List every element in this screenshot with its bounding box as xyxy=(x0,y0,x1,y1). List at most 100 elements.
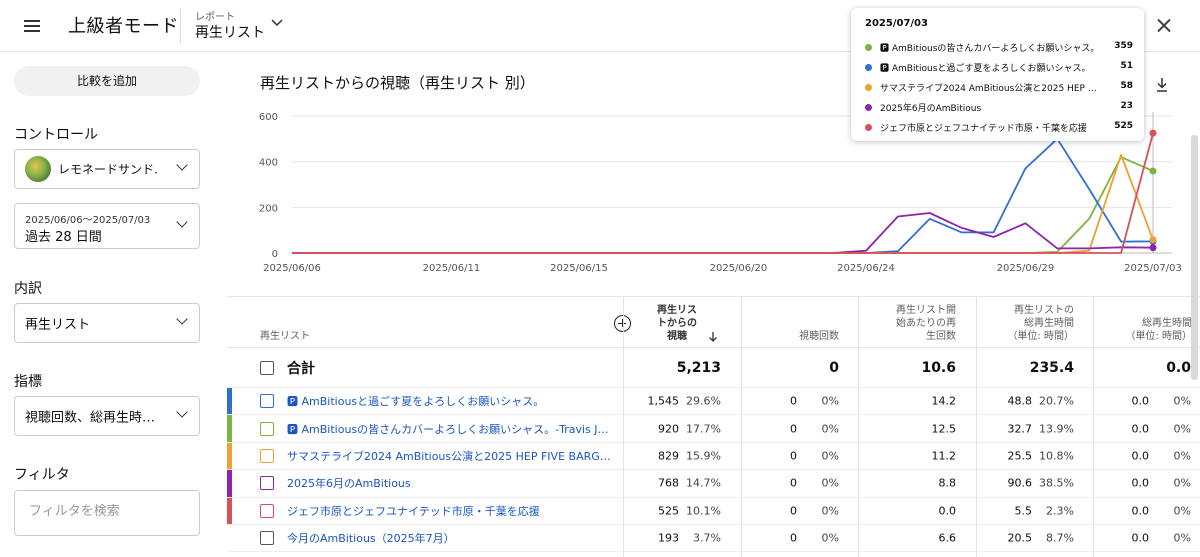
total-views-per-start: 10.6 xyxy=(921,359,956,376)
playlist-watch-time-pct: 10.8% xyxy=(1039,449,1074,463)
playlist-name-link[interactable]: サマステライブ2024 AmBitious公演と2025 HEP FIVE BA… xyxy=(287,448,615,464)
views-from-playlist-pct: 17.7% xyxy=(686,422,721,436)
tooltip-series-value: 359 xyxy=(1114,41,1133,51)
views-pct: 0% xyxy=(821,476,839,490)
playlist-name-link[interactable]: 🅿 AmBitiousと過ごす夏をよろしくお願いシャス。 xyxy=(287,393,544,409)
views-per-start: 11.2 xyxy=(931,449,957,463)
metrics-heading: 指標 xyxy=(14,374,42,390)
series-color-dot xyxy=(865,64,872,71)
row-checkbox[interactable] xyxy=(260,503,274,518)
tooltip-series-name: 2025年6月のAmBitious xyxy=(880,104,982,114)
row-checkbox[interactable] xyxy=(260,421,274,436)
header-views[interactable]: 視聴回数 xyxy=(757,330,839,343)
x-tick-label: 2025/06/06 xyxy=(263,263,321,274)
watch-time: 0.0 xyxy=(1131,449,1150,463)
total-watch-time: 0.0 xyxy=(1166,359,1191,376)
x-tick-label: 2025/06/29 xyxy=(997,263,1055,274)
chart-tooltip: 2025/07/03 🅿 AmBitiousの皆さんカバーよろしくお願いシャス。… xyxy=(851,8,1144,141)
views: 0 xyxy=(790,449,797,463)
playlist-name-link[interactable]: 今月のAmBitious（2025年7月） xyxy=(287,530,455,546)
tooltip-row: 🅿 AmBitiousと過ごす夏をよろしくお願いシャス。 51 xyxy=(863,61,1133,75)
table-header: 再生リスト 再生リス トからの 視聴 視聴回数 再生リスト開 始あたりの再 生回… xyxy=(227,296,1200,348)
watch-time-pct: 0% xyxy=(1173,449,1191,463)
views-per-start: 6.6 xyxy=(938,531,957,545)
row-checkbox[interactable] xyxy=(260,448,274,463)
views-from-playlist: 193 xyxy=(658,531,679,545)
y-tick-label: 200 xyxy=(259,203,278,214)
table-total-row: 合計 5,213 0 10.6 235.4 0.0 xyxy=(227,348,1200,388)
filter-search-input[interactable] xyxy=(29,504,179,519)
table-row: 今月のAmBitious（2025年7月） 193 3.7% 0 0% 6.6 20.5 8.… xyxy=(227,525,1200,553)
playlist-watch-time: 25.5 xyxy=(1007,449,1033,463)
views-per-start: 0.0 xyxy=(938,504,957,518)
series-point xyxy=(1149,129,1157,137)
views-from-playlist-pct: 10.1% xyxy=(686,504,721,518)
header-views-from-playlist[interactable]: 再生リス トからの 視聴 xyxy=(652,304,702,343)
x-tick-label: 2025/06/15 xyxy=(550,263,608,274)
series-line xyxy=(292,137,1154,254)
views-pct: 0% xyxy=(821,531,839,545)
watch-time-pct: 0% xyxy=(1173,476,1191,490)
views-from-playlist: 525 xyxy=(658,504,679,518)
y-tick-label: 400 xyxy=(259,158,278,169)
sort-down-icon[interactable] xyxy=(708,331,718,346)
watch-time: 0.0 xyxy=(1131,504,1150,518)
scrollbar[interactable] xyxy=(1191,135,1198,380)
column-divider xyxy=(1093,296,1094,557)
row-checkbox[interactable] xyxy=(260,476,274,491)
series-point xyxy=(1149,167,1157,175)
playlist-name-link[interactable]: 🅿 AmBitiousの皆さんカバーよろしくお願いシャス。-Travis Jap… xyxy=(287,421,615,437)
series-color-dot xyxy=(865,104,872,111)
series-point xyxy=(1149,244,1157,252)
views: 0 xyxy=(790,394,797,408)
views: 0 xyxy=(790,531,797,545)
tooltip-series-name: ジェフ市原とジェフユナイテッド市原・千葉を応援 xyxy=(880,124,1087,134)
total-checkbox[interactable] xyxy=(260,360,274,375)
watch-time: 0.0 xyxy=(1131,422,1150,436)
table-row: 2025年6月のAmBitious 768 14.7% 0 0% 8.8 90.6 38.5%… xyxy=(227,470,1200,498)
views-from-playlist-pct: 29.6% xyxy=(686,394,721,408)
tooltip-series-value: 23 xyxy=(1120,101,1133,111)
x-tick-label: 2025/06/11 xyxy=(423,263,481,274)
playlist-name-link[interactable]: 2025年6月のAmBitious xyxy=(287,475,411,491)
views: 0 xyxy=(790,422,797,436)
header-playlist-watch-time[interactable]: 再生リストの 総再生時間 （単位: 時間） xyxy=(987,304,1074,343)
data-table: 再生リスト 再生リス トからの 視聴 視聴回数 再生リスト開 始あたりの再 生回… xyxy=(227,296,1200,557)
series-point xyxy=(1149,236,1157,244)
views-pct: 0% xyxy=(821,449,839,463)
series-color-bar xyxy=(227,497,232,524)
tooltip-row: サマステライブ2024 AmBitious公演と2025 HEP FIVE BA… xyxy=(863,81,1133,95)
total-views: 0 xyxy=(829,359,839,376)
row-checkbox[interactable] xyxy=(260,394,274,409)
header-views-per-start[interactable]: 再生リスト開 始あたりの再 生回数 xyxy=(867,304,956,343)
watch-time-pct: 0% xyxy=(1173,531,1191,545)
breakdown-selector[interactable]: 再生リスト xyxy=(14,303,200,343)
row-checkbox[interactable] xyxy=(260,531,274,546)
playlist-watch-time-pct: 13.9% xyxy=(1039,422,1074,436)
views: 0 xyxy=(790,504,797,518)
tooltip-series-value: 525 xyxy=(1114,121,1133,131)
breakdown-value: 再生リスト xyxy=(25,317,91,333)
views-from-playlist: 829 xyxy=(658,449,679,463)
tooltip-series-name: 🅿 AmBitiousと過ごす夏をよろしくお願いシャス。 xyxy=(880,64,1091,74)
playlist-watch-time: 32.7 xyxy=(1007,422,1033,436)
views-pct: 0% xyxy=(821,394,839,408)
playlist-watch-time-pct: 20.7% xyxy=(1039,394,1074,408)
tooltip-row: 2025年6月のAmBitious 23 xyxy=(863,101,1133,115)
metrics-selector[interactable]: 視聴回数、総再生時… xyxy=(14,396,200,436)
views-from-playlist: 768 xyxy=(658,476,679,490)
column-divider xyxy=(741,296,742,557)
tooltip-series-name: 🅿 AmBitiousの皆さんカバーよろしくお願いシャス。 xyxy=(880,44,1100,54)
views-per-start: 12.5 xyxy=(931,422,957,436)
playlist-name-link[interactable]: ジェフ市原とジェフユナイテッド市原・千葉を応援 xyxy=(287,503,540,519)
tooltip-series-value: 51 xyxy=(1120,61,1133,71)
tooltip-series-name: サマステライブ2024 AmBitious公演と2025 HEP FIVE BA… xyxy=(880,84,1100,94)
playlist-watch-time: 5.5 xyxy=(1014,504,1033,518)
header-watch-time[interactable]: 総再生時間 （単位: 時間） xyxy=(1105,317,1192,343)
chevron-down-icon xyxy=(177,408,187,418)
column-divider xyxy=(976,296,977,557)
header-playlist[interactable]: 再生リスト xyxy=(260,330,310,343)
views-per-start: 14.2 xyxy=(931,394,957,408)
x-tick-label: 2025/06/24 xyxy=(837,263,895,274)
series-line xyxy=(292,212,1154,254)
